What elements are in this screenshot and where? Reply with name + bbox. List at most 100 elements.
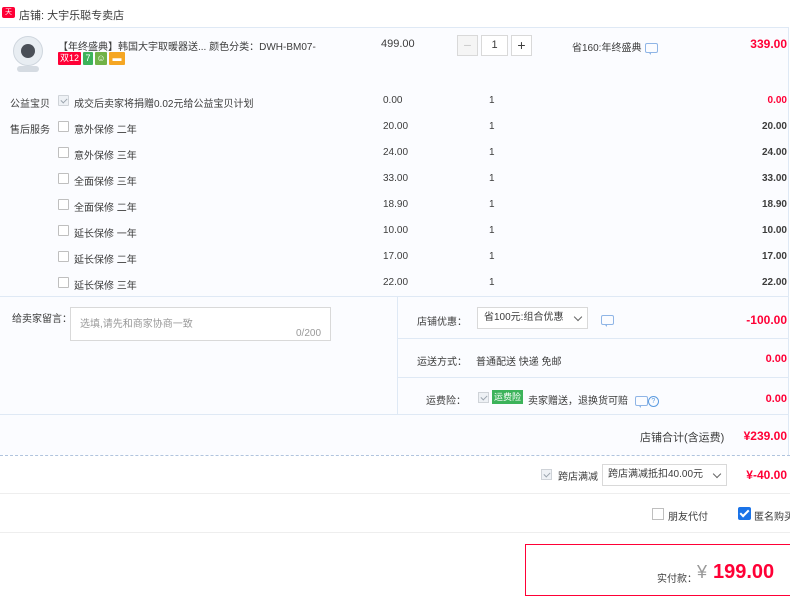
cross-store-value: 跨店满减抵扣40.00元: [608, 469, 704, 480]
insurance-info: 卖家赠送，退换货可赔 ?: [528, 392, 659, 409]
card-payment-badge-icon: ▬: [109, 52, 126, 65]
service-qty: 1: [489, 147, 495, 158]
insurance-chat-icon[interactable]: [634, 396, 648, 409]
charity-checkbox[interactable]: [58, 95, 69, 106]
shop-discount-value: 省100元:组合优惠: [484, 312, 564, 323]
charity-text: 成交后卖家将捐赠0.02元给公益宝贝计划: [74, 99, 254, 110]
charity-price: 0.00: [383, 95, 403, 106]
insurance-label: 运费险：: [426, 396, 466, 407]
section-divider: [0, 414, 788, 415]
increase-quantity-button[interactable]: +: [511, 35, 532, 56]
service-name: 延长保修 一年: [74, 229, 137, 240]
shipping-label: 运送方式：: [417, 357, 467, 368]
service-total: 22.00: [761, 277, 787, 288]
column-divider: [397, 296, 398, 414]
divider: [0, 493, 790, 494]
shop-discount-select[interactable]: 省100元:组合优惠: [477, 307, 588, 329]
insurance-amount: 0.00: [765, 393, 787, 405]
dashed-separator: [0, 455, 790, 456]
service-price: 18.90: [383, 199, 409, 210]
payment-amount: 199.00: [713, 561, 775, 583]
chevron-down-icon: [573, 312, 583, 322]
service-price: 24.00: [383, 147, 409, 158]
service-checkbox[interactable]: [58, 277, 69, 288]
service-badge-icon: ☺: [95, 52, 108, 65]
seven-day-return-badge: 7: [83, 52, 94, 65]
shipping-amount: 0.00: [765, 353, 787, 365]
insurance-badge: 运费险: [492, 390, 524, 404]
cross-store-checkbox[interactable]: [541, 469, 552, 480]
divider: [0, 532, 790, 533]
decrease-quantity-button[interactable]: −: [457, 35, 478, 56]
product-subtotal: 339.00: [750, 37, 787, 51]
promotion-info: 省160:年终盛典: [572, 39, 659, 56]
friend-pay-checkbox[interactable]: [652, 508, 664, 520]
service-qty: 1: [489, 277, 495, 288]
charity-label: 公益宝贝: [10, 99, 50, 110]
chevron-down-icon: [712, 469, 722, 479]
row-divider: [398, 338, 788, 339]
shipping-method: 普通配送 快递 免邮: [476, 357, 562, 368]
order-panel: [0, 27, 789, 455]
shop-total-amount: ¥239.00: [743, 429, 787, 443]
service-name: 意外保修 三年: [74, 151, 137, 162]
service-checkbox[interactable]: [58, 251, 69, 262]
product-badges: 双12 7 ☺ ▬: [58, 52, 127, 66]
insurance-text: 卖家赠送，退换货可赔: [528, 396, 628, 407]
message-placeholder: 选填,请先和商家协商一致: [80, 319, 193, 330]
service-price: 10.00: [383, 225, 409, 236]
service-price: 20.00: [383, 121, 409, 132]
shop-name[interactable]: 店铺: 大宇乐聪专卖店: [19, 7, 124, 23]
row-divider: [398, 377, 788, 378]
service-price: 17.00: [383, 251, 409, 262]
insurance-checkbox[interactable]: [478, 392, 489, 403]
discount-info-chat-icon[interactable]: [601, 315, 614, 328]
heater-base: [17, 66, 39, 72]
unit-price: 499.00: [381, 38, 415, 50]
charity-total: 0.00: [767, 95, 787, 106]
help-icon[interactable]: ?: [647, 395, 659, 407]
anonymous-label[interactable]: 匿名购买: [754, 508, 790, 523]
heater-fan-core: [21, 44, 35, 58]
service-qty: 1: [489, 121, 495, 132]
service-name: 延长保修 三年: [74, 281, 137, 292]
service-total: 18.90: [761, 199, 787, 210]
service-checkbox[interactable]: [58, 121, 69, 132]
service-price: 33.00: [383, 173, 409, 184]
shop-discount-label: 店铺优惠：: [417, 317, 467, 328]
service-total: 33.00: [761, 173, 787, 184]
double12-badge: 双12: [58, 52, 82, 65]
service-total: 24.00: [761, 147, 787, 158]
friend-pay-label[interactable]: 朋友代付: [668, 508, 708, 523]
service-checkbox[interactable]: [58, 173, 69, 184]
message-label: 给卖家留言：: [12, 314, 72, 325]
service-price: 22.00: [383, 277, 409, 288]
shop-discount-amount: -100.00: [746, 313, 787, 327]
service-name: 延长保修 二年: [74, 255, 137, 266]
anonymous-checkbox[interactable]: [738, 507, 751, 520]
cross-store-amount: ¥-40.00: [746, 468, 787, 482]
shop-total-label: 店铺合计(含运费): [640, 432, 725, 444]
service-checkbox[interactable]: [58, 147, 69, 158]
currency-symbol: ¥: [697, 562, 708, 582]
service-name: 全面保修 二年: [74, 203, 137, 214]
promotion-text: 省160:年终盛典: [572, 43, 642, 54]
service-checkbox[interactable]: [58, 225, 69, 236]
service-qty: 1: [489, 199, 495, 210]
service-name: 全面保修 三年: [74, 177, 137, 188]
promo-chat-icon[interactable]: [645, 43, 659, 56]
message-counter: 0/200: [296, 328, 322, 339]
service-checkbox[interactable]: [58, 199, 69, 210]
cross-store-select[interactable]: 跨店满减抵扣40.00元: [602, 464, 727, 486]
quantity-input[interactable]: 1: [481, 35, 508, 56]
charity-qty: 1: [489, 95, 495, 106]
payment-label: 实付款：: [657, 574, 697, 585]
service-total: 17.00: [761, 251, 787, 262]
tmall-logo-icon: 天猫: [2, 7, 15, 27]
service-total: 10.00: [761, 225, 787, 236]
section-divider: [0, 296, 788, 297]
aftersale-label: 售后服务: [10, 125, 50, 136]
service-name: 意外保修 二年: [74, 125, 137, 136]
service-qty: 1: [489, 251, 495, 262]
product-title[interactable]: 【年终盛典】韩国大宇取暖器送... 颜色分类：DWH-BM07-: [58, 38, 316, 53]
